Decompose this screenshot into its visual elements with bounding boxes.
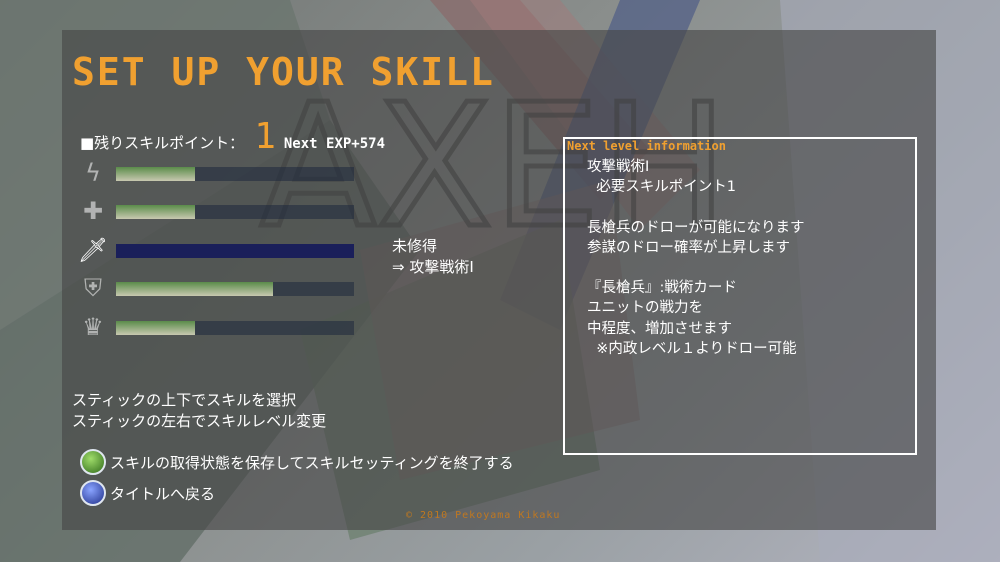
sword-icon: 🗡: [77, 236, 109, 264]
save-and-exit-button[interactable]: スキルの取得状態を保存してスキルセッティングを終了する: [80, 449, 514, 475]
next-level-info-box: Next level information 攻撃戦術Ⅰ 必要スキルポイント1 長…: [563, 137, 917, 455]
next-exp: Next EXP+574: [283, 136, 386, 152]
info-line: [587, 197, 805, 217]
selected-skill-status: 未修得 ⇒ 攻撃戦術Ⅰ: [392, 236, 474, 278]
skill-points-value: 1: [254, 116, 276, 157]
save-and-exit-label: スキルの取得状態を保存してスキルセッティングを終了する: [110, 453, 514, 472]
page-title: SET UP YOUR SKILL: [72, 50, 495, 94]
skill-level-fill: [116, 205, 195, 219]
skill-status-text: 未修得: [392, 237, 438, 255]
info-line: 必要スキルポイント1: [587, 179, 736, 196]
skill-row[interactable]: ♛: [78, 309, 358, 345]
skill-level-bar: [116, 205, 354, 219]
back-to-title-button[interactable]: タイトルへ戻る: [80, 480, 215, 506]
info-line: 攻撃戦術Ⅰ: [587, 159, 650, 175]
controls-help: スティックの上下でスキルを選択 スティックの左右でスキルレベル変更: [72, 390, 326, 432]
info-line: 参謀のドロー確率が上昇します: [587, 239, 790, 256]
skill-level-fill: [116, 167, 195, 181]
info-line: 長槍兵のドローが可能になります: [587, 219, 805, 236]
skill-next-text: ⇒ 攻撃戦術Ⅰ: [392, 258, 474, 276]
skill-row[interactable]: ⛨: [78, 270, 358, 306]
crown-icon: ♛: [82, 313, 104, 341]
info-title: Next level information: [567, 139, 726, 153]
skill-level-bar: [116, 244, 354, 258]
skill-level-bar: [116, 167, 354, 181]
x-button-icon: [80, 480, 106, 506]
skill-row[interactable]: ✚: [78, 193, 358, 229]
info-lines: 攻撃戦術Ⅰ 必要スキルポイント1 長槍兵のドローが可能になります 参謀のドロー確率が…: [587, 157, 805, 359]
skill-level-fill: [116, 321, 195, 335]
a-button-icon: [80, 449, 106, 475]
skill-row[interactable]: 🗡: [78, 232, 358, 268]
back-to-title-label: タイトルへ戻る: [110, 484, 216, 503]
info-line: 中程度、増加させます: [587, 320, 732, 337]
skill-points-label: ■残りスキルポイント：: [80, 134, 245, 152]
skill-row[interactable]: ϟ: [78, 155, 358, 191]
lightning-icon: ϟ: [85, 159, 101, 187]
help-line-select: スティックの上下でスキルを選択: [72, 391, 297, 409]
skill-level-bar: [116, 282, 354, 296]
skill-level-bar: [116, 321, 354, 335]
shield-icon: ⛨: [84, 274, 102, 302]
help-line-level: スティックの左右でスキルレベル変更: [72, 412, 327, 430]
skill-level-fill: [116, 282, 274, 296]
info-line: ※内政レベル１よりドロー可能: [587, 340, 797, 357]
info-line: 『長槍兵』:戦術カード: [587, 280, 737, 297]
info-line: ユニットの戦力を: [587, 300, 703, 317]
cross-icon: ✚: [82, 197, 104, 225]
skill-points-row: ■残りスキルポイント： 1 Next EXP+574: [80, 116, 385, 157]
copyright: © 2010 Pekoyama Kikaku: [406, 510, 561, 521]
info-line: [587, 258, 805, 278]
